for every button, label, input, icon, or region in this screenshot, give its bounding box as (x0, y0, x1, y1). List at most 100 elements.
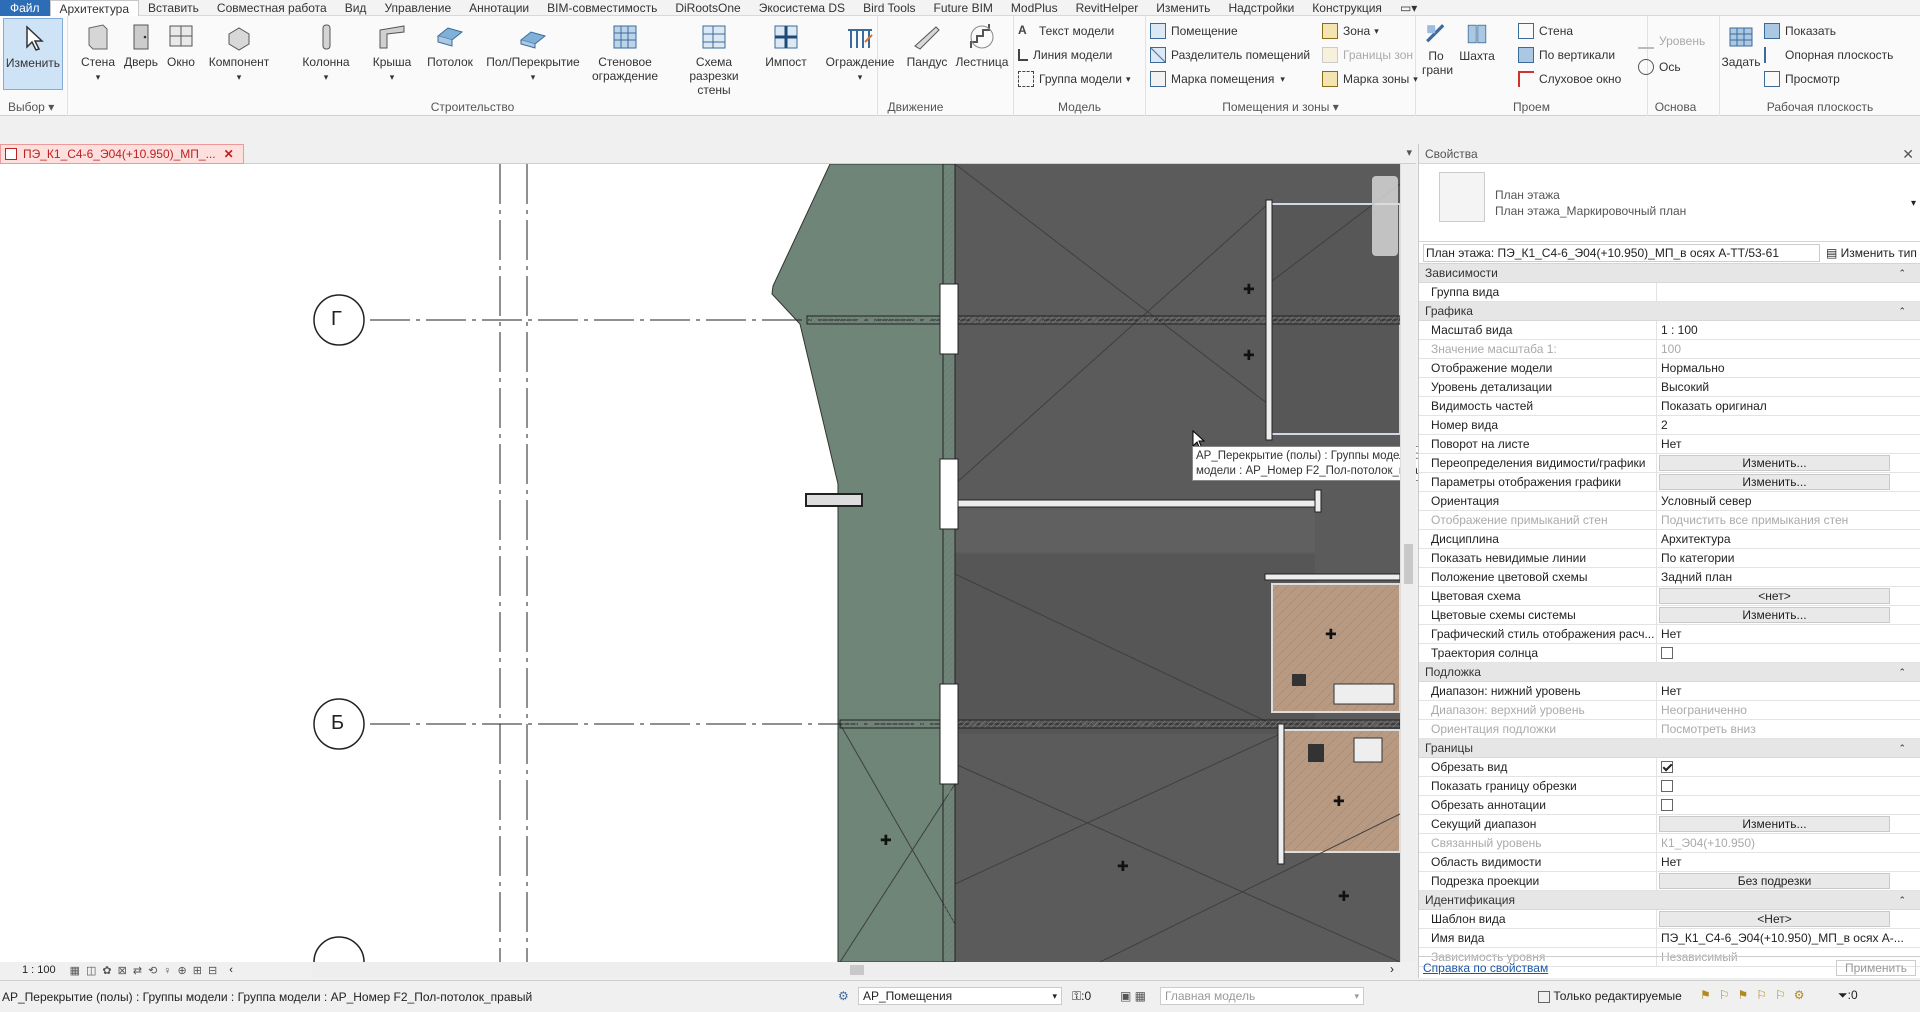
design-option-select[interactable]: Главная модель ▾ (1160, 987, 1364, 1005)
curtain-wall-button[interactable]: Стеновое ограждение (588, 18, 662, 83)
component-button[interactable]: Компонент ▾ (204, 18, 274, 84)
ribbon-toggle-icon[interactable]: ▭▾ (1391, 0, 1426, 16)
property-edit-button[interactable]: <нет> (1659, 588, 1890, 604)
shaft-button[interactable]: Шахта (1456, 18, 1498, 63)
level-button[interactable]: Уровень (1638, 30, 1705, 52)
by-face-button[interactable]: По грани (1420, 18, 1453, 77)
horizontal-scroll-thumb[interactable] (850, 965, 864, 975)
property-value[interactable]: 1 : 100 (1657, 321, 1920, 339)
dormer-button[interactable]: Слуховое окно (1518, 68, 1621, 90)
room-tag-button[interactable]: Марка помещения ▾ (1150, 68, 1285, 90)
scale-label[interactable]: 1 : 100 (22, 964, 56, 976)
tab-revithelper[interactable]: RevitHelper (1067, 0, 1148, 16)
roof-button[interactable]: Крыша ▾ (368, 18, 416, 84)
panel-rooms-title[interactable]: Помещения и зоны ▾ (1146, 100, 1415, 114)
property-edit-button[interactable]: Изменить... (1659, 474, 1890, 490)
tab-addins[interactable]: Надстройки (1219, 0, 1303, 16)
property-checkbox[interactable] (1661, 761, 1673, 773)
collapse-icon[interactable]: ⌃ (1898, 739, 1906, 758)
tab-bird-tools[interactable]: Bird Tools (854, 0, 924, 16)
tab-architecture[interactable]: Архитектура (49, 0, 140, 16)
property-value[interactable]: ПЭ_К1_С4-6_Э04(+10.950)_МП_в осях А-... (1657, 929, 1920, 947)
property-group-header[interactable]: Графика ⌃ (1419, 302, 1920, 321)
tab-collaborate[interactable]: Совместная работа (208, 0, 336, 16)
property-group-header[interactable]: Границы ⌃ (1419, 739, 1920, 758)
property-group-header[interactable]: Идентификация ⌃ (1419, 891, 1920, 910)
room-button[interactable]: Помещение (1150, 20, 1238, 42)
property-value[interactable]: 2 (1657, 416, 1920, 434)
property-edit-button[interactable]: Без подрезки (1659, 873, 1890, 889)
tab-file[interactable]: Файл (0, 0, 50, 16)
ceiling-button[interactable]: Потолок (424, 18, 476, 69)
property-checkbox-cell[interactable] (1657, 644, 1920, 662)
area-button[interactable]: Зона ▾ (1322, 20, 1379, 42)
property-group-header[interactable]: Подложка ⌃ (1419, 663, 1920, 682)
collapse-icon[interactable]: ⌃ (1898, 264, 1906, 283)
filter-icon[interactable]: ⏷:0 (1838, 988, 1858, 1003)
railing-button[interactable]: Ограждение ▾ (822, 18, 898, 84)
tab-ecosystem-ds[interactable]: Экосистема DS (750, 0, 854, 16)
drawing-canvas[interactable]: ✚ ✚ ✚ ✚ ✚ ✚ ✚ Г Б (0, 164, 1400, 962)
floor-button[interactable]: Пол/Перекрытие ▾ (480, 18, 586, 84)
mullion-button[interactable]: Импост (762, 18, 810, 69)
door-button[interactable]: Дверь (122, 18, 160, 69)
curtain-grid-button[interactable]: Схема разрезки стены (666, 18, 762, 97)
vertical-opening-button[interactable]: По вертикали (1518, 44, 1615, 66)
property-checkbox-cell[interactable] (1657, 777, 1920, 795)
area-boundary-button[interactable]: Границы зон (1322, 44, 1413, 66)
edit-type-button[interactable]: ▤ Изменить тип (1820, 246, 1920, 260)
area-tag-button[interactable]: Марка зоны ▾ (1322, 68, 1418, 90)
property-checkbox[interactable] (1661, 647, 1673, 659)
property-value[interactable]: Нет (1657, 853, 1920, 871)
type-selector[interactable]: План этажа План этажа_Маркировочный план… (1419, 164, 1920, 242)
modify-button[interactable]: Изменить (3, 18, 63, 90)
tab-insert[interactable]: Вставить (139, 0, 208, 16)
view-tab[interactable]: ПЭ_К1_С4-6_Э04(+10.950)_МП_... ✕ (0, 144, 244, 164)
property-value[interactable]: Условный север (1657, 492, 1920, 510)
tab-modify[interactable]: Изменить (1147, 0, 1219, 16)
tab-dirootsone[interactable]: DiRootsOne (666, 0, 749, 16)
property-checkbox-cell[interactable] (1657, 796, 1920, 814)
apply-button[interactable]: Применить (1835, 959, 1916, 976)
property-value[interactable]: Нет (1657, 435, 1920, 453)
properties-help-link[interactable]: Справка по свойствам (1423, 961, 1836, 975)
property-value[interactable]: Архитектура (1657, 530, 1920, 548)
editable-only-checkbox[interactable]: Только редактируемые (1538, 989, 1682, 1003)
grid-button[interactable]: Ось (1638, 56, 1681, 78)
collapse-icon[interactable]: ⌃ (1898, 663, 1906, 682)
window-button[interactable]: Окно (164, 18, 198, 69)
tab-future-bim[interactable]: Future BIM (925, 0, 1002, 16)
vertical-scrollbar[interactable] (1400, 164, 1416, 962)
property-value[interactable]: Задний план (1657, 568, 1920, 586)
instance-filter-select[interactable]: План этажа: ПЭ_К1_С4-6_Э04(+10.950)_МП_в… (1423, 243, 1820, 262)
property-value[interactable]: Нормально (1657, 359, 1920, 377)
property-checkbox[interactable] (1661, 799, 1673, 811)
room-separator-button[interactable]: Разделитель помещений (1150, 44, 1310, 66)
tab-bim-interop[interactable]: BIM-совместимость (538, 0, 666, 16)
ramp-button[interactable]: Пандус (904, 18, 950, 69)
tab-view[interactable]: Вид (336, 0, 376, 16)
property-checkbox[interactable] (1661, 780, 1673, 792)
tab-manage[interactable]: Управление (375, 0, 460, 16)
property-edit-button[interactable]: Изменить... (1659, 455, 1890, 471)
close-tab-icon[interactable]: ✕ (224, 147, 234, 161)
reference-plane-button[interactable]: Опорная плоскость (1764, 44, 1893, 66)
close-properties-icon[interactable]: ✕ (1902, 144, 1914, 164)
tab-annotate[interactable]: Аннотации (460, 0, 538, 16)
property-value[interactable]: Высокий (1657, 378, 1920, 396)
set-workplane-button[interactable]: Задать (1720, 18, 1762, 69)
scroll-right-icon[interactable]: › (1390, 962, 1394, 976)
property-edit-button[interactable]: <Нет> (1659, 911, 1890, 927)
stair-button[interactable]: Лестница (952, 18, 1012, 69)
editable-requests-icon[interactable]: ⚿:0 (1072, 989, 1091, 1004)
property-value[interactable]: По категории (1657, 549, 1920, 567)
horizontal-scrollbar[interactable]: › (312, 962, 1400, 978)
workset-select[interactable]: АР_Помещения ▾ (858, 987, 1062, 1005)
column-button[interactable]: Колонна ▾ (296, 18, 356, 84)
property-group-header[interactable]: Зависимости ⌃ (1419, 264, 1920, 283)
tab-structure[interactable]: Конструкция (1303, 0, 1391, 16)
property-value[interactable] (1657, 283, 1920, 301)
property-edit-button[interactable]: Изменить... (1659, 816, 1890, 832)
property-value[interactable]: Показать оригинал (1657, 397, 1920, 415)
property-value[interactable]: Нет (1657, 625, 1920, 643)
